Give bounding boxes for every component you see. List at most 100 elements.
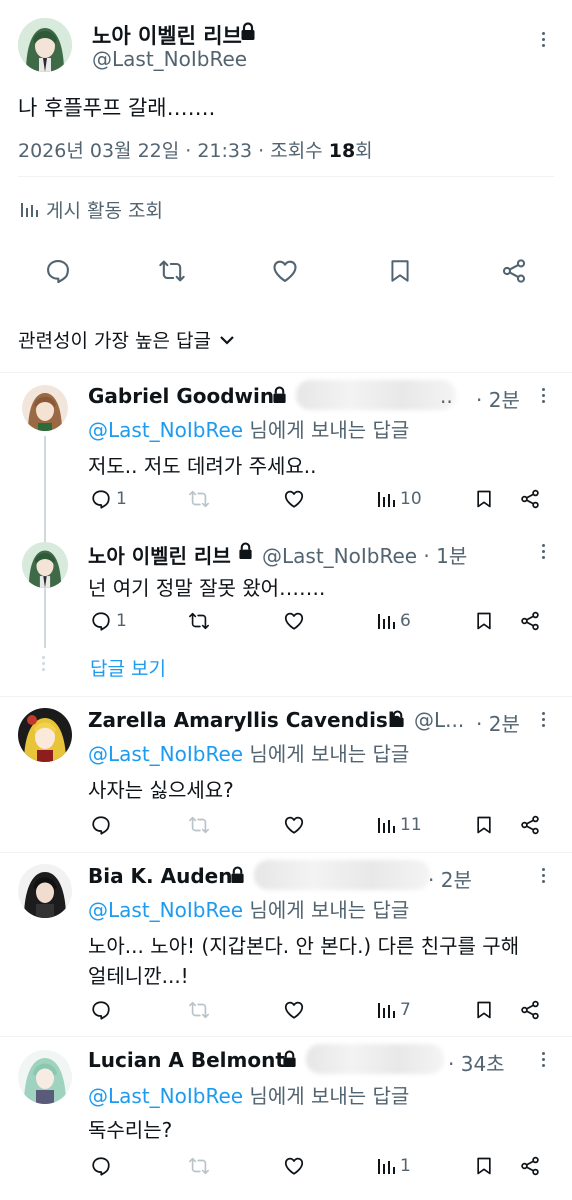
chevron-down-icon — [219, 334, 235, 346]
views-button[interactable]: 1 — [376, 1155, 411, 1177]
share-icon[interactable] — [500, 257, 528, 285]
main-handle[interactable]: @Last_NoIbRee — [92, 47, 247, 71]
show-replies-link[interactable]: 답글 보기 — [90, 654, 166, 681]
avatar[interactable] — [18, 864, 72, 918]
share-icon[interactable] — [519, 610, 541, 632]
lock-icon — [282, 1050, 297, 1068]
analytics-icon — [376, 814, 396, 836]
reply-count: 1 — [116, 611, 127, 631]
reply-display-name[interactable]: 노아 이벨린 리브 — [88, 540, 231, 569]
share-icon[interactable] — [519, 999, 541, 1021]
avatar-main[interactable] — [18, 18, 72, 72]
like-icon[interactable] — [271, 257, 299, 285]
reply-text-line2: 얼테니깐...! — [88, 964, 189, 988]
reply-count: 1 — [116, 489, 127, 509]
reply-button[interactable]: 1 — [90, 610, 127, 632]
reply-handle-tail: .. — [440, 384, 453, 408]
retweet-icon[interactable] — [187, 814, 211, 836]
views-button[interactable]: 7 — [376, 999, 411, 1021]
analytics-icon — [376, 488, 396, 510]
more-icon[interactable] — [541, 1052, 547, 1070]
redacted-handle — [296, 380, 456, 410]
reply-text: 독수리는? — [88, 1118, 173, 1142]
views-count: 18 — [328, 140, 356, 162]
share-icon[interactable] — [519, 1155, 541, 1177]
reply-icon[interactable] — [90, 814, 112, 836]
more-icon[interactable] — [541, 388, 547, 406]
like-icon[interactable] — [283, 999, 305, 1021]
reply-icon[interactable] — [90, 1155, 112, 1177]
tweet-date: 2026년 03월 22일 · 21:33 · 조회수 — [18, 140, 323, 162]
bookmark-icon[interactable] — [387, 257, 413, 285]
more-icon[interactable] — [541, 868, 547, 886]
replying-to-suffix: 님에게 보내는 답글 — [249, 418, 410, 442]
reply-display-name[interactable]: Zarella Amaryllis Cavendish — [88, 708, 402, 732]
replying-to-handle[interactable]: @Last_NoIbRee — [88, 1084, 243, 1108]
reply-handle: @Last_NoIbRee · 1분 — [262, 544, 468, 568]
reply-display-name[interactable]: Bia K. Auden — [88, 864, 232, 888]
bookmark-icon[interactable] — [474, 1155, 494, 1177]
avatar[interactable] — [22, 542, 68, 588]
thread-dots — [41, 656, 47, 674]
analytics-icon — [18, 199, 40, 221]
main-tweet-meta: 2026년 03월 22일 · 21:33 · 조회수 18회 — [18, 136, 373, 163]
replying-to-suffix: 님에게 보내는 답글 — [249, 898, 410, 922]
reply-display-name[interactable]: Lucian A Belmont — [88, 1048, 285, 1072]
views-count: 10 — [400, 489, 422, 509]
like-icon[interactable] — [283, 488, 305, 510]
like-icon[interactable] — [283, 1155, 305, 1177]
replying-to-suffix: 님에게 보내는 답글 — [249, 1084, 410, 1108]
views-count: 6 — [400, 611, 411, 631]
analytics-link[interactable]: 게시 활동 조회 — [18, 196, 163, 223]
replying-to: @Last_NoIbRee 님에게 보내는 답글 — [88, 738, 409, 767]
retweet-icon[interactable] — [187, 488, 211, 510]
views-button[interactable]: 11 — [376, 814, 422, 836]
retweet-icon[interactable] — [157, 257, 187, 285]
bookmark-icon[interactable] — [474, 999, 494, 1021]
views-count: 11 — [400, 815, 422, 835]
reply-text: 사자는 싫으세요? — [88, 778, 234, 802]
lock-icon — [272, 386, 287, 404]
views-button[interactable]: 10 — [376, 488, 422, 510]
bookmark-icon[interactable] — [474, 814, 494, 836]
reply-button[interactable]: 1 — [90, 488, 127, 510]
like-icon[interactable] — [283, 814, 305, 836]
like-icon[interactable] — [283, 610, 305, 632]
replying-to-handle[interactable]: @Last_NoIbRee — [88, 418, 243, 442]
reply-time: · 2분 — [476, 712, 520, 736]
divider — [18, 176, 554, 177]
replying-to: @Last_NoIbRee 님에게 보내는 답글 — [88, 1080, 409, 1109]
views-suffix: 회 — [355, 140, 373, 162]
avatar[interactable] — [18, 1050, 72, 1104]
reply-icon[interactable] — [44, 257, 72, 285]
sort-dropdown[interactable]: 관련성이 가장 높은 답글 — [18, 326, 235, 353]
replying-to-handle[interactable]: @Last_NoIbRee — [88, 742, 243, 766]
views-count: 7 — [400, 1000, 411, 1020]
more-icon[interactable] — [541, 544, 547, 562]
bookmark-icon[interactable] — [474, 610, 494, 632]
replying-to-suffix: 님에게 보내는 답글 — [249, 742, 410, 766]
retweet-icon[interactable] — [187, 610, 211, 632]
share-icon[interactable] — [519, 488, 541, 510]
analytics-label: 게시 활동 조회 — [46, 200, 163, 222]
reply-time: · 2분 — [476, 388, 520, 412]
share-icon[interactable] — [519, 814, 541, 836]
lock-icon — [390, 710, 405, 728]
avatar[interactable] — [18, 708, 72, 762]
views-button[interactable]: 6 — [376, 610, 411, 632]
more-icon[interactable] — [541, 712, 547, 730]
bookmark-icon[interactable] — [474, 488, 494, 510]
retweet-icon[interactable] — [187, 1155, 211, 1177]
more-icon[interactable] — [541, 32, 547, 50]
retweet-icon[interactable] — [187, 999, 211, 1021]
avatar[interactable] — [22, 385, 68, 431]
reply-text-line1: 노아... 노아! (지갑본다. 안 본다.) 다른 친구를 구해 — [88, 934, 520, 958]
analytics-icon — [376, 1155, 396, 1177]
reply-icon — [90, 610, 112, 632]
sort-label: 관련성이 가장 높은 답글 — [18, 330, 211, 352]
main-display-name[interactable]: 노아 이벨린 리브 — [92, 20, 242, 50]
replying-to-handle[interactable]: @Last_NoIbRee — [88, 898, 243, 922]
analytics-icon — [376, 999, 396, 1021]
reply-display-name[interactable]: Gabriel Goodwin — [88, 384, 274, 408]
reply-icon[interactable] — [90, 999, 112, 1021]
